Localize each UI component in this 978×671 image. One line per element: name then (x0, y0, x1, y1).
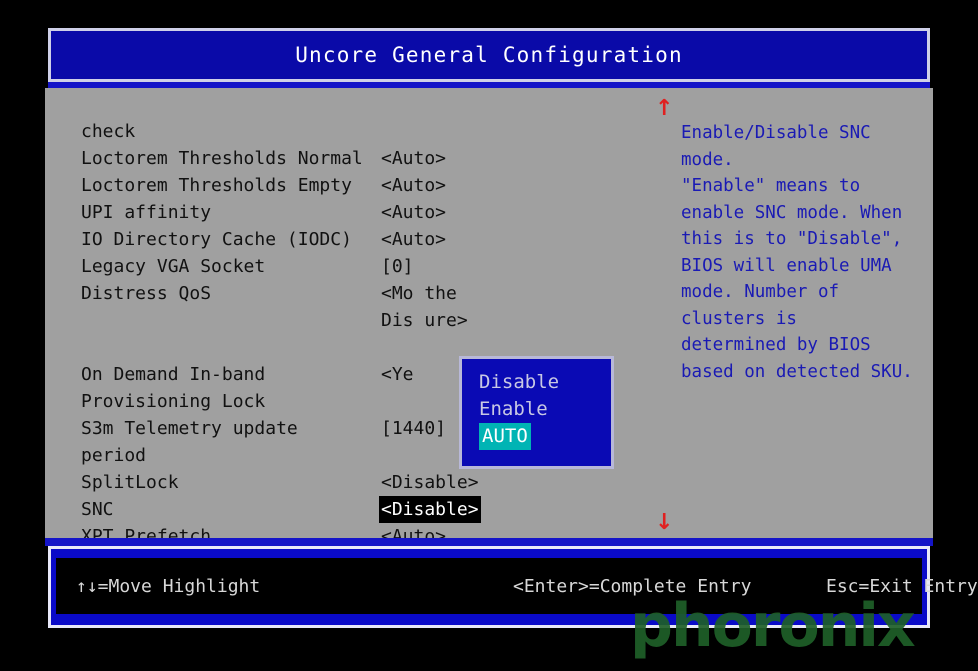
setting-row[interactable]: Legacy VGA Socket [0] (81, 253, 641, 280)
help-line: based on detected SKU. (681, 361, 913, 382)
setting-row[interactable]: Loctorem Thresholds Empty <Auto> (81, 172, 641, 199)
setting-value[interactable]: <Auto> (381, 199, 446, 226)
help-line: enable SNC mode. When (681, 202, 903, 223)
setting-value[interactable]: [0] (381, 253, 414, 280)
dropdown-option-list: Disable Enable AUTO (462, 359, 611, 466)
footer-key-hints: ↑↓=Move Highlight <Enter>=Complete Entry E… (56, 558, 978, 614)
scroll-up-arrow-icon[interactable]: ↑ (655, 98, 673, 120)
setting-row[interactable]: check (81, 118, 641, 145)
setting-value[interactable]: [1440] (381, 415, 446, 442)
footer-key-hint: Esc=Exit Entry (826, 575, 978, 597)
footer-bar: ↑↓=Move Highlight <Enter>=Complete Entry E… (48, 546, 978, 628)
setting-label: Loctorem Thresholds Empty (81, 175, 352, 196)
setting-value[interactable]: <Disable> (379, 496, 481, 523)
setting-label: check (81, 121, 136, 142)
settings-list: check Loctorem Thresholds Normal <Auto> Loc… (81, 118, 641, 550)
help-description-pane: Enable/Disable SNC mode. "Enable" means to… (681, 120, 931, 385)
bios-setup-screen: Uncore General Configuration check Loctor… (0, 0, 978, 671)
setting-value[interactable]: <Auto> (381, 145, 446, 172)
setting-label: Loctorem Thresholds Normal (81, 148, 363, 169)
help-line: this is to "Disable", (681, 229, 903, 249)
scroll-down-arrow-icon[interactable]: ↓ (655, 512, 673, 534)
footer-top-line (45, 538, 933, 546)
setting-label: IO Directory Cache (IODC) (81, 229, 352, 250)
setting-value[interactable]: <Disable> (381, 469, 479, 496)
setting-label: Legacy VGA Socket (81, 256, 266, 277)
setting-label: SNC (81, 499, 114, 520)
setting-label: Provisioning Lock (81, 391, 266, 412)
footer-key-hint: ↑↓=Move Highlight (76, 575, 261, 597)
snc-option-dropdown[interactable]: Disable Enable AUTO (459, 356, 614, 469)
main-content-panel: check Loctorem Thresholds Normal <Auto> Loc… (45, 88, 933, 547)
setting-label: On Demand In-band (81, 364, 266, 385)
page-title-bar: Uncore General Configuration (48, 28, 930, 82)
dropdown-option[interactable]: AUTO (479, 423, 531, 450)
setting-value[interactable]: <Auto> (381, 226, 446, 253)
setting-row[interactable]: Loctorem Thresholds Normal <Auto> (81, 145, 641, 172)
setting-value[interactable]: Dis ure> (381, 307, 468, 334)
help-line: mode. Number of (681, 282, 840, 302)
setting-row[interactable]: SNC <Disable> (81, 496, 641, 523)
setting-label: Distress QoS (81, 283, 212, 304)
page-title: Uncore General Configuration (295, 43, 683, 67)
setting-label: SplitLock (81, 472, 179, 493)
setting-row[interactable]: UPI affinity <Auto> (81, 199, 641, 226)
help-line: "Enable" means to (681, 176, 861, 196)
dropdown-option-row[interactable]: AUTO (479, 423, 611, 450)
dropdown-option[interactable]: Disable (479, 369, 559, 396)
setting-value[interactable]: <Mo the (381, 280, 457, 307)
help-line: determined by BIOS (681, 335, 871, 355)
setting-label: S3m Telemetry update (81, 418, 298, 439)
dropdown-option-row[interactable]: Enable (479, 396, 611, 423)
setting-label: period (81, 445, 147, 466)
dropdown-option[interactable]: Enable (479, 396, 548, 423)
setting-row[interactable]: Distress QoS <Mo the (81, 280, 641, 307)
setting-label: UPI affinity (81, 202, 212, 223)
setting-row[interactable]: SplitLock <Disable> (81, 469, 641, 496)
footer-key-hint: <Enter>=Complete Entry (513, 575, 752, 597)
dropdown-option-row[interactable]: Disable (479, 369, 611, 396)
help-line: BIOS will enable UMA (681, 255, 892, 276)
help-line: Enable/Disable SNC (681, 123, 871, 143)
help-line: mode. (681, 149, 734, 170)
setting-row[interactable]: IO Directory Cache (IODC) <Auto> (81, 226, 641, 253)
setting-value[interactable]: <Auto> (381, 172, 446, 199)
setting-value[interactable]: <Ye (381, 361, 414, 388)
help-line: clusters is (681, 308, 797, 329)
setting-row[interactable]: Dis ure> (81, 307, 641, 334)
